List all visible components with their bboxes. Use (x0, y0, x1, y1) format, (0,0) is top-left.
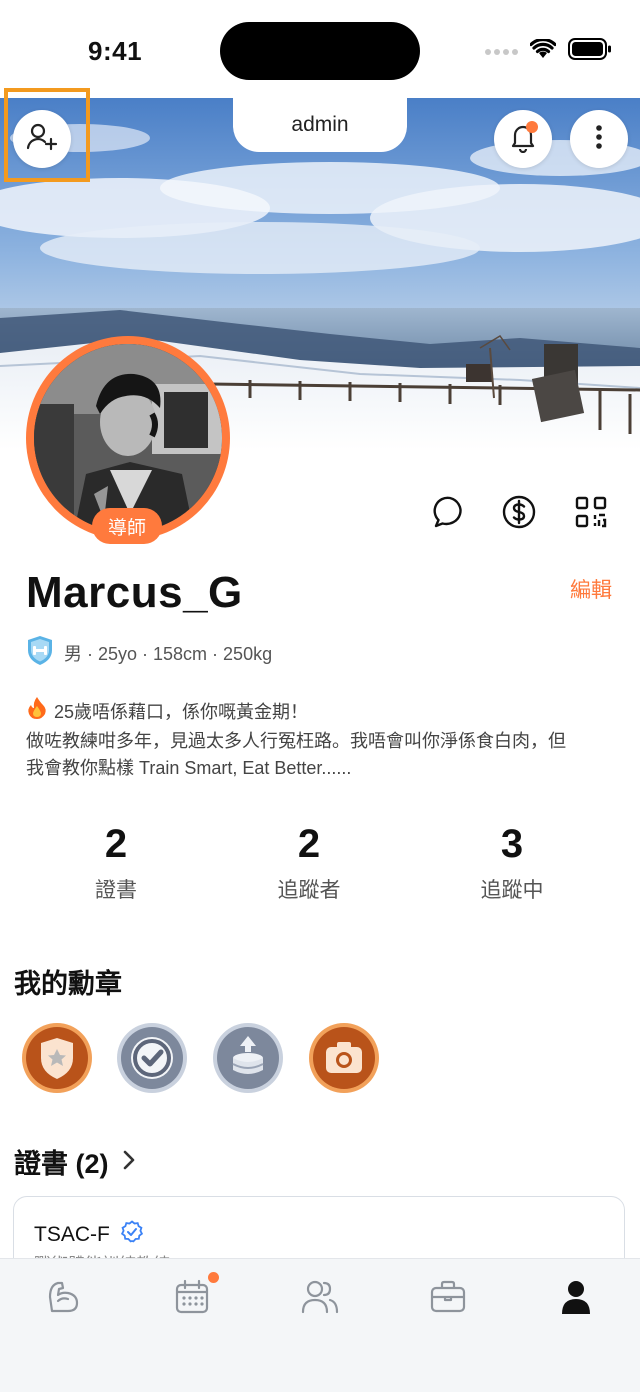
username: Marcus_G (26, 568, 243, 617)
stat-value: 2 (104, 822, 128, 866)
stat-label: 追蹤者 (277, 879, 341, 902)
calendar-notification-dot (208, 1272, 219, 1283)
check-medal-icon[interactable] (116, 1022, 188, 1094)
account-tab[interactable]: admin (233, 98, 407, 152)
status-icons (484, 37, 612, 65)
shield-star-medal-icon[interactable] (21, 1022, 93, 1094)
edit-profile-link[interactable]: 編輯 (570, 574, 612, 604)
more-options-button[interactable] (570, 110, 628, 168)
fire-icon (26, 696, 48, 728)
tip-button[interactable] (499, 494, 539, 534)
battery-icon (568, 38, 612, 65)
camera-medal-icon[interactable] (308, 1022, 380, 1094)
stat-value: 3 (500, 822, 524, 866)
briefcase-icon (429, 1279, 467, 1320)
nav-community[interactable] (290, 1269, 350, 1329)
dynamic-island (220, 22, 420, 80)
message-button[interactable] (430, 494, 470, 534)
status-time: 9:41 (88, 36, 143, 66)
profile-meta: 男 · 25yo · 158cm · 250kg (26, 634, 272, 671)
nav-training[interactable] (34, 1269, 94, 1329)
bio-line: 我會教你點樣 Train Smart, Eat Better...... (26, 758, 352, 778)
notification-dot (526, 121, 538, 133)
meta-text: 男 · 25yo · 158cm · 250kg (64, 643, 273, 664)
stat-certificates[interactable]: 2 證書 (36, 820, 196, 904)
bio-line: 做咗教練咁多年，見過太多人行冤枉路。我唔會叫你淨係食白肉，但 (26, 731, 566, 751)
dollar-circle-icon (501, 494, 537, 535)
bio-line: 25歲唔係藉口，係你嘅黃金期！ (54, 701, 309, 722)
stat-following[interactable]: 3 追蹤中 (432, 820, 592, 904)
add-friend-button[interactable] (13, 110, 71, 168)
community-icon (300, 1278, 340, 1321)
certificates-heading[interactable]: 證書 (2) (14, 1142, 135, 1181)
certificate-name: TSAC-F (34, 1223, 110, 1246)
add-user-icon (25, 120, 59, 159)
stat-label: 證書 (95, 879, 137, 902)
wifi-icon (529, 37, 557, 64)
role-badge: 導師 (92, 508, 162, 544)
certificate-title: TSAC-F (34, 1220, 144, 1250)
nav-business[interactable] (418, 1269, 478, 1329)
badges-heading: 我的勳章 (14, 969, 122, 999)
cellular-signal-icon (484, 42, 518, 61)
calendar-icon (173, 1278, 211, 1321)
fitness-shield-icon (26, 634, 54, 671)
stack-medal-icon[interactable] (212, 1022, 284, 1094)
stat-label: 追蹤中 (480, 879, 544, 902)
profile-icon (560, 1279, 592, 1320)
chevron-right-icon (123, 1146, 135, 1177)
qr-code-icon (574, 495, 608, 534)
certificates-heading-label: 證書 (2) (14, 1149, 109, 1179)
stat-value: 2 (297, 822, 321, 866)
nav-profile[interactable] (546, 1269, 606, 1329)
muscle-icon (44, 1277, 84, 1322)
chat-bubble-icon (432, 494, 468, 535)
verified-icon (120, 1220, 144, 1250)
qr-code-button[interactable] (571, 494, 611, 534)
bio: 25歲唔係藉口，係你嘅黃金期！ 做咗教練咁多年，見過太多人行冤枉路。我唔會叫你淨… (26, 696, 626, 782)
stat-followers[interactable]: 2 追蹤者 (229, 820, 389, 904)
notifications-button[interactable] (494, 110, 552, 168)
avatar[interactable] (34, 344, 222, 532)
more-vertical-icon (595, 124, 603, 155)
